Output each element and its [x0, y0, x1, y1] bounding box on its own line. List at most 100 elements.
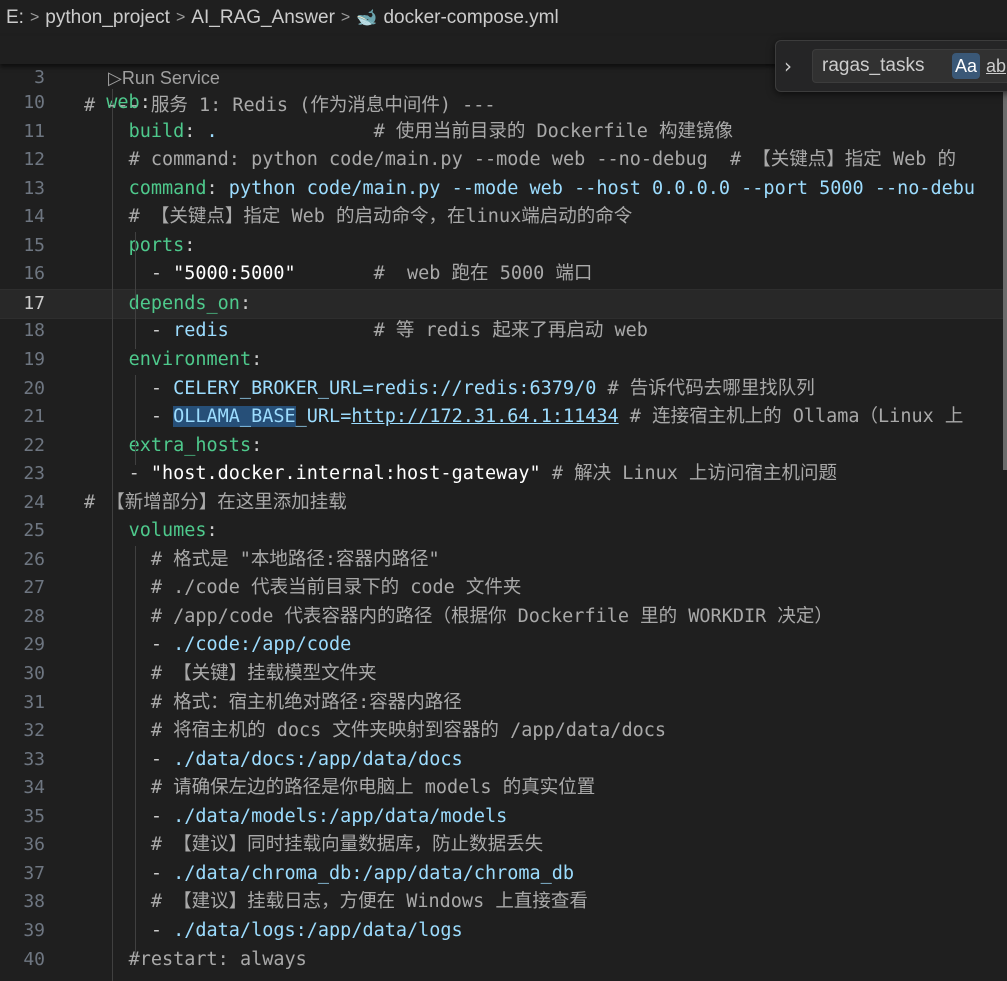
code-line: depends_on:	[128, 292, 252, 314]
code-line: - ./code:/app/code	[150, 634, 352, 656]
code-line: #restart: always	[128, 948, 307, 970]
code-row[interactable]: 34 # 请确保左边的路径是你电脑上 models 的真实位置	[0, 774, 1007, 802]
line-number: 36	[23, 834, 45, 856]
line-number: 39	[23, 919, 45, 941]
line-number: 18	[23, 320, 45, 342]
chevron-right-icon: >	[175, 9, 186, 26]
code-row[interactable]: 39 - ./data/logs:/app/data/logs	[0, 917, 1007, 945]
code-line: - "host.docker.internal:host-gateway" # …	[128, 463, 838, 485]
code-row[interactable]: 19 environment:	[0, 346, 1007, 374]
code-line: # 【关键点】指定 Web 的启动命令，在linux端启动的命令	[128, 206, 633, 228]
code-line: # 格式：宿主机绝对路径:容器内路径	[150, 691, 462, 713]
docker-icon: 🐋	[356, 8, 378, 27]
code-line: # 【建议】挂载日志，方便在 Windows 上直接查看	[150, 891, 588, 913]
code-line: # 格式是 "本地路径:容器内路径"	[150, 548, 440, 570]
line-number: 3	[34, 67, 45, 88]
code-line: volumes:	[128, 520, 218, 542]
code-line: # --- 服务 1: Redis (作为消息中间件) ---	[84, 95, 496, 116]
breadcrumb-folder-python-project[interactable]: python_project	[45, 7, 170, 29]
run-service-codelens[interactable]: ▷Run Service	[108, 66, 220, 90]
code-line: environment:	[128, 348, 263, 370]
code-row[interactable]: 20 - CELERY_BROKER_URL=redis://redis:637…	[0, 375, 1007, 403]
line-number: 19	[23, 348, 45, 370]
code-line: - ./data/chroma_db:/app/data/chroma_db	[150, 862, 575, 884]
code-line: command: python code/main.py --mode web …	[128, 177, 976, 199]
code-line: # 将宿主机的 docs 文件夹映射到容器的 /app/data/docs	[150, 720, 667, 742]
code-row[interactable]: 14 # 【关键点】指定 Web 的启动命令，在linux端启动的命令	[0, 203, 1007, 231]
line-number: 38	[23, 891, 45, 913]
line-number: 20	[23, 377, 45, 399]
code-row[interactable]: 15 ports:	[0, 232, 1007, 260]
breadcrumb-drive[interactable]: E:	[6, 7, 24, 29]
indent-guide	[135, 546, 136, 956]
scrollbar[interactable]	[1003, 40, 1007, 470]
breadcrumb-file[interactable]: docker-compose.yml	[383, 7, 558, 29]
line-number: 31	[23, 691, 45, 713]
code-row[interactable]: 18 - redis # 等 redis 起来了再启动 web	[0, 317, 1007, 345]
code-row[interactable]: 27 # ./code 代表当前目录下的 code 文件夹	[0, 574, 1007, 602]
code-row[interactable]: 36 # 【建议】同时挂载向量数据库，防止数据丢失	[0, 831, 1007, 859]
line-number: 24	[23, 491, 45, 513]
line-number: 12	[23, 149, 45, 171]
code-row[interactable]: 11 build: . # 使用当前目录的 Dockerfile 构建镜像	[0, 118, 1007, 146]
match-whole-word-button[interactable]: ab	[986, 53, 1006, 79]
indent-guide	[112, 89, 113, 981]
code-row[interactable]: 17 depends_on:	[0, 288, 1007, 319]
code-line: # 【建议】同时挂载向量数据库，防止数据丢失	[150, 834, 544, 856]
indent-guide	[135, 289, 136, 349]
code-row[interactable]: 25 volumes:	[0, 517, 1007, 545]
play-icon: ▷	[108, 68, 122, 88]
code-row[interactable]: 31 # 格式：宿主机绝对路径:容器内路径	[0, 689, 1007, 717]
line-number: 37	[23, 862, 45, 884]
code-row[interactable]: 40 #restart: always	[0, 946, 1007, 974]
code-line: - ./data/models:/app/data/models	[150, 805, 508, 827]
line-number: 25	[23, 520, 45, 542]
code-row[interactable]: 16 - "5000:5000" # web 跑在 5000 端口	[0, 260, 1007, 288]
match-case-button[interactable]: Aa	[952, 53, 980, 79]
breadcrumb-folder-ai-rag-answer[interactable]: AI_RAG_Answer	[191, 7, 335, 29]
code-row[interactable]: 12 # command: python code/main.py --mode…	[0, 146, 1007, 174]
code-line: extra_hosts:	[128, 434, 263, 456]
chevron-right-icon: >	[29, 9, 40, 26]
line-number: 21	[23, 406, 45, 428]
code-line: ports:	[128, 234, 196, 256]
code-line: # /app/code 代表容器内的路径（根据你 Dockerfile 里的 W…	[150, 605, 833, 627]
code-row[interactable]: 30 # 【关键】挂载模型文件夹	[0, 660, 1007, 688]
breadcrumb: E: > python_project > AI_RAG_Answer > 🐋 …	[0, 0, 796, 36]
line-number: 26	[23, 548, 45, 570]
line-number: 15	[23, 234, 45, 256]
chevron-right-icon: >	[340, 9, 351, 26]
line-number: 40	[23, 948, 45, 970]
code-line: - ./data/logs:/app/data/logs	[150, 919, 463, 941]
line-number: 32	[23, 720, 45, 742]
code-row[interactable]: 37 - ./data/chroma_db:/app/data/chroma_d…	[0, 860, 1007, 888]
code-row[interactable]: 23 - "host.docker.internal:host-gateway"…	[0, 460, 1007, 488]
code-line: - OLLAMA_BASE_URL=http://172.31.64.1:114…	[150, 406, 964, 428]
code-row[interactable]: 33 - ./data/docs:/app/data/docs	[0, 746, 1007, 774]
code-line: # command: python code/main.py --mode we…	[128, 149, 956, 171]
line-number: 27	[23, 577, 45, 599]
code-row[interactable]: 32 # 将宿主机的 docs 文件夹映射到容器的 /app/data/docs	[0, 717, 1007, 745]
code-row[interactable]: 13 command: python code/main.py --mode w…	[0, 175, 1007, 203]
line-number: 16	[23, 263, 45, 285]
code-line: - ./data/docs:/app/data/docs	[150, 748, 463, 770]
code-row[interactable]: 28 # /app/code 代表容器内的路径（根据你 Dockerfile 里…	[0, 603, 1007, 631]
line-number: 13	[23, 177, 45, 199]
code-row[interactable]: 22 extra_hosts:	[0, 432, 1007, 460]
line-number: 29	[23, 634, 45, 656]
code-row[interactable]: 29 - ./code:/app/code	[0, 631, 1007, 659]
code-line: - redis # 等 redis 起来了再启动 web	[150, 320, 648, 342]
code-line: build: . # 使用当前目录的 Dockerfile 构建镜像	[128, 120, 734, 142]
code-row[interactable]: 26 # 格式是 "本地路径:容器内路径"	[0, 546, 1007, 574]
code-row[interactable]: 35 - ./data/models:/app/data/models	[0, 803, 1007, 831]
find-widget: › ragas_tasks Aa ab	[775, 40, 1007, 92]
line-number: 35	[23, 805, 45, 827]
code-row[interactable]: 21 - OLLAMA_BASE_URL=http://172.31.64.1:…	[0, 403, 1007, 431]
code-line: - "5000:5000" # web 跑在 5000 端口	[150, 263, 593, 285]
line-number: 17	[23, 292, 45, 314]
code-row[interactable]: 38 # 【建议】挂载日志，方便在 Windows 上直接查看	[0, 888, 1007, 916]
code-line: # 【关键】挂载模型文件夹	[150, 663, 377, 684]
chevron-right-icon[interactable]: ›	[784, 54, 792, 78]
code-row[interactable]: 24 # 【新增部分】在这里添加挂载	[0, 489, 1007, 517]
line-number: 30	[23, 663, 45, 684]
